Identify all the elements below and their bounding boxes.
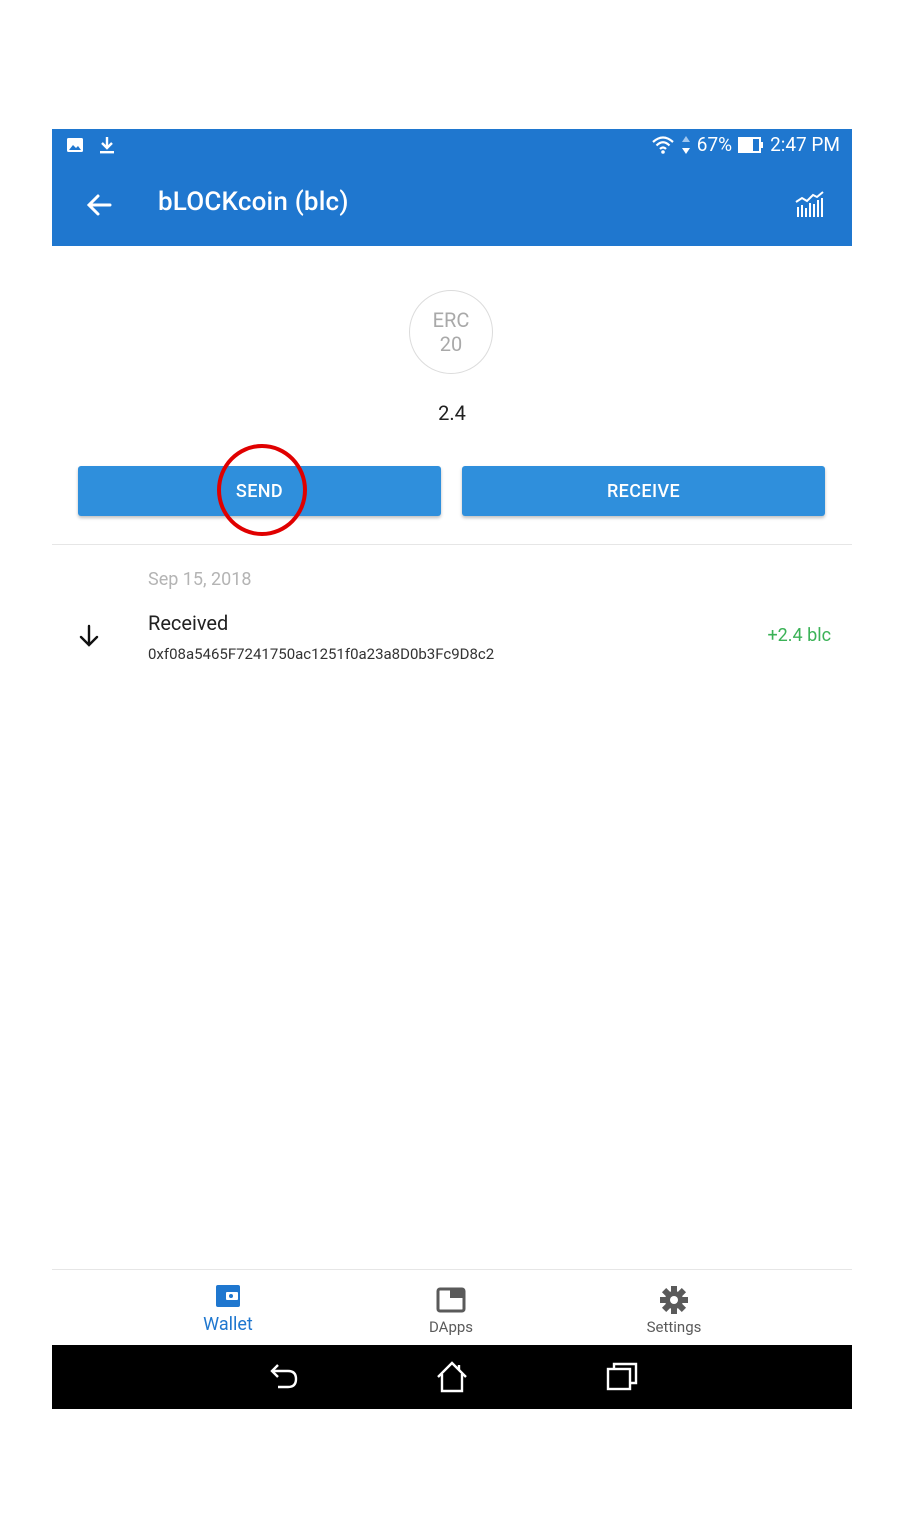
token-logo-line2: 20 xyxy=(439,332,463,356)
send-button[interactable]: SEND xyxy=(78,466,441,516)
gear-icon xyxy=(660,1286,688,1314)
receive-button[interactable]: RECEIVE xyxy=(462,466,825,516)
status-time: 2:47 PM xyxy=(770,133,840,156)
transaction-amount: +2.4 blc xyxy=(767,625,831,646)
back-arrow-icon[interactable] xyxy=(82,187,118,223)
wifi-icon xyxy=(652,135,674,154)
battery-icon xyxy=(738,136,764,153)
nav-item-dapps[interactable]: DApps xyxy=(351,1270,551,1345)
nav-item-settings[interactable]: Settings xyxy=(574,1270,774,1345)
app-bar: bLOCKcoin (blc) xyxy=(52,163,852,246)
transaction-type: Received xyxy=(148,611,229,635)
download-icon xyxy=(100,137,114,154)
home-icon[interactable] xyxy=(434,1359,470,1395)
arrow-down-icon xyxy=(79,624,99,647)
status-bar: 67% 2:47 PM xyxy=(52,129,852,163)
wallet-icon xyxy=(216,1285,240,1307)
back-icon[interactable] xyxy=(264,1359,300,1395)
system-nav-bar xyxy=(52,1345,852,1409)
recent-apps-icon[interactable] xyxy=(604,1359,640,1395)
token-logo: ERC 20 xyxy=(409,290,493,374)
divider xyxy=(52,544,852,545)
phone-screen: 67% 2:47 PM bLOCKcoin (blc) ERC 20 2.4 S… xyxy=(52,129,852,1409)
image-icon xyxy=(67,138,83,152)
transaction-address: 0xf08a5465F7241750ac1251f0a23a8D0b3Fc9D8… xyxy=(148,645,495,663)
token-balance: 2.4 xyxy=(438,401,466,425)
battery-percent: 67% xyxy=(696,133,733,156)
signal-arrows-icon xyxy=(681,135,690,154)
bottom-nav: Wallet DApps Settings xyxy=(52,1270,852,1345)
dapps-icon xyxy=(436,1287,466,1313)
page-title: bLOCKcoin (blc) xyxy=(158,187,349,217)
nav-label-dapps: DApps xyxy=(428,1318,474,1336)
nav-label-wallet: Wallet xyxy=(203,1314,253,1335)
transaction-row[interactable]: Received 0xf08a5465F7241750ac1251f0a23a8… xyxy=(52,605,852,669)
price-chart-icon[interactable] xyxy=(792,187,826,221)
nav-item-wallet[interactable]: Wallet xyxy=(128,1270,328,1345)
transaction-date-header: Sep 15, 2018 xyxy=(148,569,252,590)
token-logo-line1: ERC xyxy=(432,308,470,332)
nav-label-settings: Settings xyxy=(646,1318,702,1336)
